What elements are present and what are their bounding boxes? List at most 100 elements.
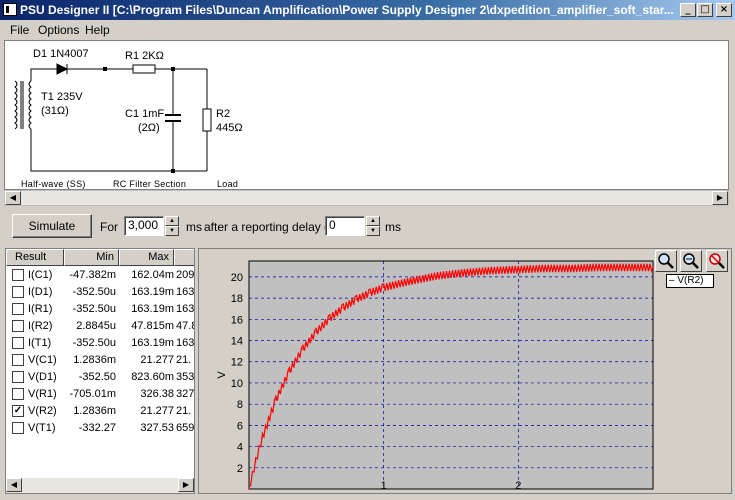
- cell-extra: 21.: [176, 405, 192, 417]
- cell-min: 1.2836m: [73, 354, 116, 366]
- column-header-extra[interactable]: [174, 249, 194, 266]
- cell-min: -352.50u: [72, 303, 116, 315]
- spin-up-icon[interactable]: ▲: [366, 216, 380, 226]
- table-row[interactable]: I(T1) -352.50u 163.19m163.: [6, 335, 195, 352]
- data-point: [652, 266, 654, 269]
- data-point: [490, 269, 493, 272]
- data-point: [517, 268, 520, 271]
- checkbox[interactable]: [12, 388, 24, 400]
- x-tick-label: 1: [381, 480, 387, 492]
- scroll-right-icon[interactable]: ▶: [712, 191, 728, 205]
- data-point: [436, 275, 439, 277]
- checkbox[interactable]: [12, 320, 24, 332]
- data-point: [315, 331, 318, 333]
- table-row[interactable]: V(R1) -705.01m 326.38 327: [6, 386, 194, 403]
- zoom-in-icon: [658, 253, 674, 269]
- cell-extra: 353: [176, 371, 195, 383]
- y-tick-label: 20: [231, 272, 243, 284]
- cell-extra: 163.: [176, 303, 195, 315]
- delay-spinner[interactable]: ▲ ▼: [366, 216, 380, 236]
- data-point: [342, 306, 345, 309]
- scroll-left-icon[interactable]: ◀: [6, 478, 22, 492]
- menu-options[interactable]: Options: [38, 23, 79, 37]
- checkbox[interactable]: [12, 286, 24, 298]
- column-header-result[interactable]: Result: [6, 249, 64, 266]
- duration-spinner[interactable]: ▲ ▼: [165, 216, 179, 236]
- spin-down-icon[interactable]: ▼: [165, 226, 179, 236]
- t1-label: T1 235V: [41, 91, 83, 103]
- t1-resistance: (31Ω): [41, 105, 69, 117]
- menu-file[interactable]: File: [10, 23, 29, 37]
- schematic-scrollbar[interactable]: ◀ ▶: [4, 190, 729, 206]
- checkbox[interactable]: [12, 269, 24, 281]
- cell-name: V(C1): [28, 354, 57, 366]
- menu-help[interactable]: Help: [85, 23, 110, 37]
- r2-value: 445Ω: [216, 122, 243, 134]
- data-point: [598, 266, 600, 269]
- checkbox[interactable]: [12, 371, 24, 383]
- data-point: [302, 348, 304, 350]
- zoom-reset-button[interactable]: [706, 250, 728, 272]
- plot-panel: 2 4 6 8 10 12 14 16 18 20 1 2 V: [198, 248, 732, 494]
- simulate-button[interactable]: Simulate: [12, 214, 92, 238]
- section-load: Load: [217, 179, 239, 189]
- scroll-left-icon[interactable]: ◀: [5, 191, 21, 205]
- r2-label: R2: [216, 108, 231, 120]
- menu-bar: File Options Help: [0, 20, 735, 39]
- checkbox[interactable]: [12, 303, 24, 315]
- duration-input[interactable]: 3,000: [124, 216, 164, 236]
- column-header-min[interactable]: Min: [64, 249, 119, 266]
- results-scrollbar[interactable]: ◀ ▶: [6, 478, 194, 493]
- delay-input[interactable]: 0: [325, 216, 365, 236]
- data-point: [329, 317, 331, 320]
- ms-label-1: ms: [186, 220, 202, 234]
- cell-name: I(D1): [28, 286, 53, 298]
- y-tick-label: 2: [237, 463, 243, 475]
- data-point: [571, 267, 573, 270]
- spin-down-icon[interactable]: ▼: [366, 226, 380, 236]
- cell-name: V(R2): [28, 405, 57, 417]
- cell-extra: 163.: [176, 337, 195, 349]
- checkbox[interactable]: [12, 422, 24, 434]
- schematic-panel[interactable]: D1 1N4007 T1 235V (31Ω) R1 2KΩ C1 1mF (2…: [4, 40, 729, 190]
- zoom-in-button[interactable]: [655, 250, 677, 272]
- cell-name: V(T1): [28, 422, 56, 434]
- checkbox[interactable]: [12, 354, 24, 366]
- results-table: Result Min Max I(C1)-47.382m162.04m209. I…: [5, 248, 195, 494]
- table-row[interactable]: V(C1) 1.2836m 21.277 21.: [6, 352, 194, 369]
- simulation-controls: Simulate For 3,000 ▲ ▼ ms after a report…: [0, 207, 735, 245]
- minimize-button[interactable]: _: [680, 3, 696, 17]
- table-row[interactable]: I(R1) -352.50u 163.19m163.: [6, 301, 195, 318]
- data-point: [369, 292, 371, 294]
- checkbox-checked[interactable]: ✓: [12, 405, 24, 417]
- cell-min: -352.50u: [72, 286, 116, 298]
- table-row[interactable]: I(C1) -47.382m 162.04m209.: [6, 267, 194, 284]
- zoom-out-icon: [683, 253, 699, 269]
- table-row[interactable]: I(D1) -352.50u 163.19m163.: [6, 284, 194, 301]
- x-tick-label: 2: [515, 480, 521, 492]
- zoom-out-button[interactable]: [680, 250, 702, 272]
- data-point: [355, 298, 358, 300]
- y-axis-label: V: [216, 371, 228, 379]
- data-point: [254, 460, 257, 463]
- cell-name: V(R1): [28, 388, 57, 400]
- table-row[interactable]: I(R2) 2.8845u 47.815m47.8: [6, 318, 194, 335]
- table-row[interactable]: ✓ V(R2) 1.2836m 21.277 21.: [6, 403, 194, 420]
- column-header-max[interactable]: Max: [119, 249, 174, 266]
- table-row[interactable]: V(T1) -332.27 327.53 659: [6, 420, 194, 437]
- close-button[interactable]: ×: [716, 3, 732, 17]
- maximize-button[interactable]: □: [697, 3, 713, 17]
- app-icon[interactable]: [3, 3, 17, 16]
- spin-up-icon[interactable]: ▲: [165, 216, 179, 226]
- cell-max: 163.19m: [131, 286, 174, 298]
- cell-min: -352.50: [78, 371, 116, 383]
- y-tick-label: 12: [231, 357, 243, 369]
- scroll-right-icon[interactable]: ▶: [178, 478, 194, 492]
- table-row[interactable]: V(D1) -352.50 823.60m 353: [6, 369, 195, 386]
- y-tick-label: 8: [237, 399, 243, 411]
- voltage-chart[interactable]: 24681012141618201 2V: [199, 249, 731, 493]
- checkbox[interactable]: [12, 337, 24, 349]
- y-tick-label: 14: [231, 336, 243, 348]
- title-bar: PSU Designer II [C:\Program Files\Duncan…: [0, 0, 735, 20]
- y-tick-label: 10: [231, 378, 243, 390]
